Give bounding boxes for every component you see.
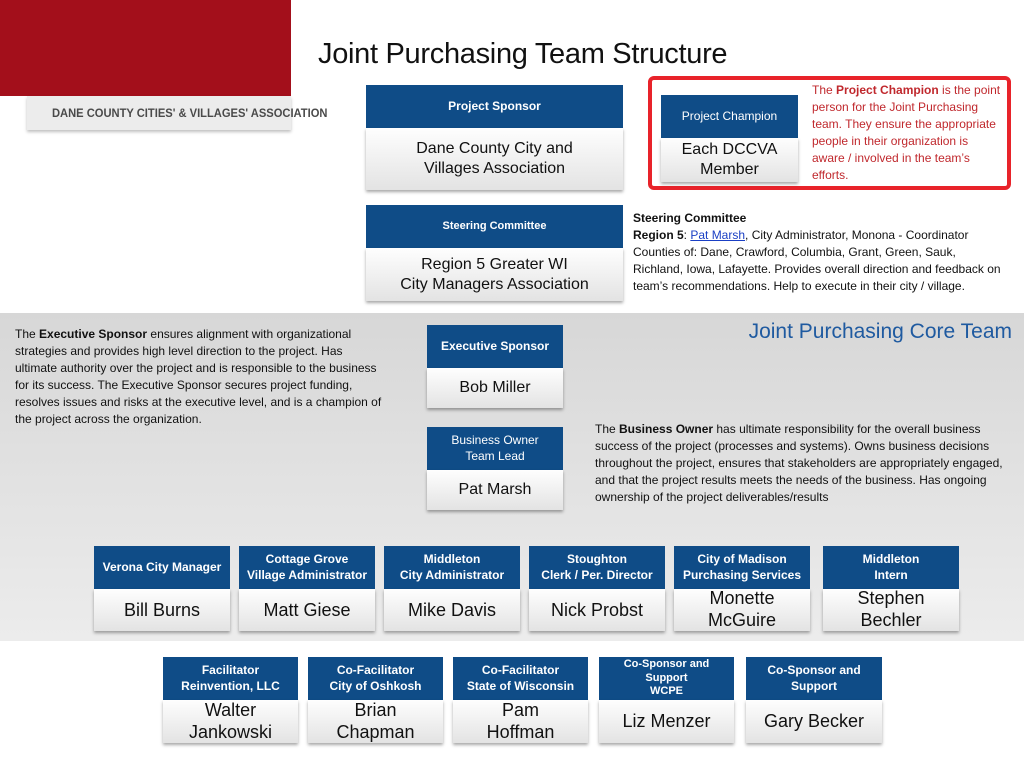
box-body: Bill Burns: [94, 589, 230, 631]
box-header: Business Owner Team Lead: [427, 427, 563, 470]
page-title: Joint Purchasing Team Structure: [318, 38, 728, 70]
core-member-box: City of Madison Purchasing Services Mone…: [674, 546, 810, 631]
box-header: Co-Sponsor and Support: [746, 657, 882, 700]
project-champion-description: The Project Champion is the point person…: [812, 83, 1001, 182]
steering-committee-box: Steering Committee Region 5 Greater WI C…: [366, 205, 623, 301]
pat-marsh-link[interactable]: Pat Marsh: [690, 228, 745, 242]
box-header: Co-Facilitator City of Oshkosh: [308, 657, 443, 700]
core-member-box: Stoughton Clerk / Per. Director Nick Pro…: [529, 546, 665, 631]
box-header: Co-Facilitator State of Wisconsin: [453, 657, 588, 700]
core-member-box: Cottage Grove Village Administrator Matt…: [239, 546, 375, 631]
box-body: Stephen Bechler: [823, 588, 959, 631]
box-body: Each DCCVA Member: [661, 138, 798, 182]
project-champion-box: Project Champion Each DCCVA Member: [661, 95, 798, 182]
box-body: Pat Marsh: [427, 470, 563, 510]
box-body: Pam Hoffman: [453, 700, 588, 743]
box-body: Walter Jankowski: [163, 700, 298, 743]
box-body: Bob Miller: [427, 368, 563, 408]
box-header: Project Champion: [661, 95, 798, 138]
box-header: Stoughton Clerk / Per. Director: [529, 546, 665, 589]
box-header: Middleton Intern: [823, 546, 959, 589]
box-body: Dane County City and Villages Associatio…: [366, 128, 623, 190]
box-header: Project Sponsor: [366, 85, 623, 128]
core-member-box: Middleton City Administrator Mike Davis: [384, 546, 520, 631]
box-body: Brian Chapman: [308, 700, 443, 743]
logo-red-block: [0, 0, 291, 110]
box-header: Steering Committee: [366, 205, 623, 248]
box-header: Executive Sponsor: [427, 325, 563, 368]
box-header: Co-Sponsor and Support WCPE: [599, 657, 734, 700]
core-member-box: Verona City Manager Bill Burns: [94, 546, 230, 631]
support-member-box: Co-Sponsor and Support WCPE Liz Menzer: [599, 657, 734, 743]
support-member-box: Co-Sponsor and Support Gary Becker: [746, 657, 882, 743]
core-team-title: Joint Purchasing Core Team: [748, 320, 1012, 343]
box-body: Region 5 Greater WI City Managers Associ…: [366, 248, 623, 301]
support-member-box: Facilitator Reinvention, LLC Walter Jank…: [163, 657, 298, 743]
steering-committee-description: Steering Committee Region 5: Pat Marsh, C…: [633, 211, 1001, 293]
box-body: Mike Davis: [384, 589, 520, 631]
box-header: Middleton City Administrator: [384, 546, 520, 589]
logo-text: DANE COUNTY CITIES' & VILLAGES' ASSOCIAT…: [52, 106, 328, 120]
box-body: Monette McGuire: [674, 588, 810, 631]
business-owner-box: Business Owner Team Lead Pat Marsh: [427, 427, 563, 510]
executive-sponsor-box: Executive Sponsor Bob Miller: [427, 325, 563, 408]
support-member-box: Co-Facilitator State of Wisconsin Pam Ho…: [453, 657, 588, 743]
box-body: Liz Menzer: [599, 700, 734, 743]
executive-sponsor-description: The Executive Sponsor ensures alignment …: [15, 327, 382, 426]
box-body: Nick Probst: [529, 589, 665, 631]
business-owner-description: The Business Owner has ultimate responsi…: [595, 422, 1003, 504]
box-header: Cottage Grove Village Administrator: [239, 546, 375, 589]
box-header: Facilitator Reinvention, LLC: [163, 657, 298, 700]
core-member-box: Middleton Intern Stephen Bechler: [823, 546, 959, 631]
box-body: Matt Giese: [239, 589, 375, 631]
project-sponsor-box: Project Sponsor Dane County City and Vil…: [366, 85, 623, 190]
box-header: City of Madison Purchasing Services: [674, 546, 810, 589]
box-header: Verona City Manager: [94, 546, 230, 589]
support-member-box: Co-Facilitator City of Oshkosh Brian Cha…: [308, 657, 443, 743]
box-body: Gary Becker: [746, 700, 882, 743]
